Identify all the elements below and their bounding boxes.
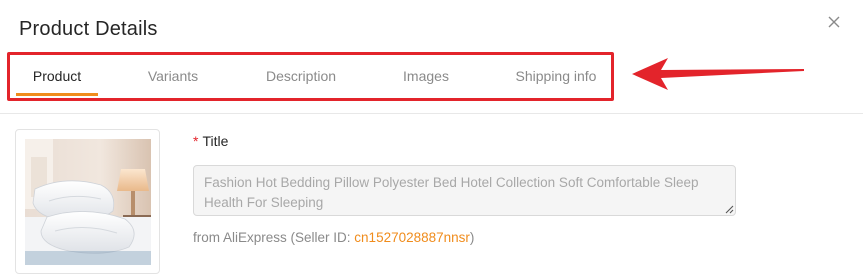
- title-field-label: * Title: [193, 133, 228, 149]
- arrow-left-icon: [632, 58, 804, 90]
- dialog-title: Product Details: [19, 18, 158, 40]
- resize-handle-icon[interactable]: [724, 204, 734, 214]
- title-textarea[interactable]: Fashion Hot Bedding Pillow Polyester Bed…: [193, 165, 736, 216]
- source-prefix: from AliExpress (Seller ID:: [193, 230, 355, 245]
- seller-id-link[interactable]: cn1527028887nnsr: [354, 230, 470, 245]
- source-suffix: ): [469, 230, 475, 245]
- title-label-text: Title: [202, 133, 229, 149]
- divider: [0, 113, 863, 114]
- required-mark: *: [193, 133, 199, 149]
- tabs-highlight-box: [7, 52, 614, 101]
- close-icon[interactable]: [826, 14, 842, 30]
- product-image-card[interactable]: [15, 129, 160, 274]
- source-line: from AliExpress (Seller ID: cn1527028887…: [193, 230, 474, 245]
- pillow-photo: [25, 139, 151, 265]
